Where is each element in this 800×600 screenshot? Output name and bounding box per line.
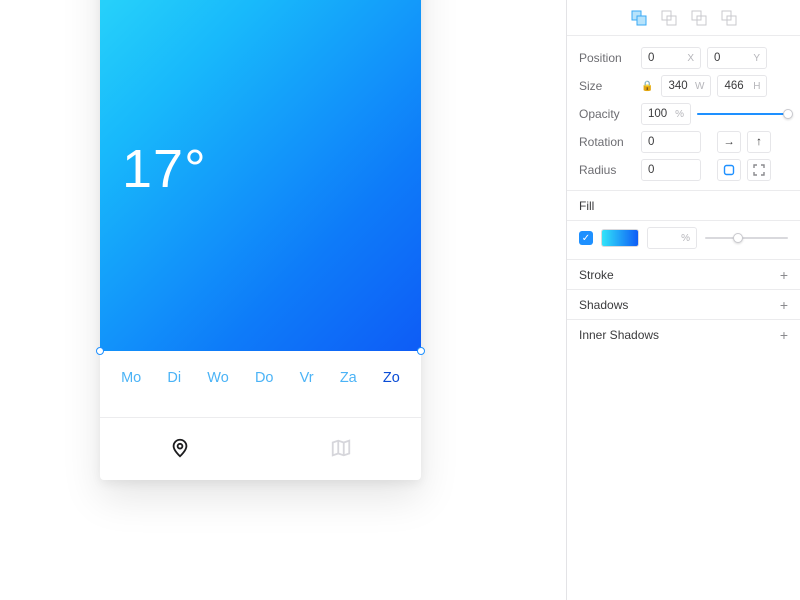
- shadows-header[interactable]: Shadows +: [567, 289, 800, 319]
- rotation-label: Rotation: [579, 135, 635, 149]
- inner-shadows-label: Inner Shadows: [579, 328, 659, 342]
- inner-shadows-header[interactable]: Inner Shadows +: [567, 319, 800, 349]
- canvas-stage[interactable]: 17° Mo Di Wo Do Vr Za Zo: [0, 0, 560, 600]
- fill-slider[interactable]: [705, 227, 788, 249]
- arrow-right-icon: →: [723, 136, 735, 148]
- fill-label: Fill: [579, 199, 594, 213]
- add-inner-shadow-button[interactable]: +: [780, 327, 788, 343]
- bool-union-icon[interactable]: [631, 10, 647, 26]
- position-label: Position: [579, 51, 635, 65]
- bool-difference-icon[interactable]: [721, 10, 737, 26]
- fill-enabled-checkbox[interactable]: ✓: [579, 231, 593, 245]
- map-icon: [330, 437, 352, 459]
- boolean-ops-row: [567, 0, 800, 36]
- bool-intersect-icon[interactable]: [691, 10, 707, 26]
- radius-individual-button[interactable]: [747, 159, 771, 181]
- day-tab-vr[interactable]: Vr: [300, 370, 314, 386]
- size-label: Size: [579, 79, 635, 93]
- bool-subtract-icon[interactable]: [661, 10, 677, 26]
- add-stroke-button[interactable]: +: [780, 267, 788, 283]
- corners-icon: [753, 164, 765, 176]
- size-w-input[interactable]: 340W: [661, 75, 711, 97]
- day-tab-do[interactable]: Do: [255, 370, 274, 386]
- opacity-input[interactable]: 100%: [641, 103, 691, 125]
- rotation-input[interactable]: 0: [641, 131, 701, 153]
- fill-header[interactable]: Fill: [567, 190, 800, 220]
- artboard-phone: 17° Mo Di Wo Do Vr Za Zo: [100, 0, 421, 480]
- pin-icon: [169, 437, 191, 459]
- map-tab[interactable]: [261, 418, 422, 477]
- geometry-section: Position 0X 0Y Size 🔒 340W 466H Opacity …: [567, 36, 800, 190]
- opacity-slider[interactable]: [697, 103, 788, 125]
- shadows-label: Shadows: [579, 298, 628, 312]
- stroke-header[interactable]: Stroke +: [567, 259, 800, 289]
- inspector-panel: Position 0X 0Y Size 🔒 340W 466H Opacity …: [566, 0, 800, 600]
- day-tab-za[interactable]: Za: [340, 370, 357, 386]
- add-shadow-button[interactable]: +: [780, 297, 788, 313]
- location-tab[interactable]: [100, 418, 261, 477]
- selected-gradient-layer[interactable]: 17°: [100, 0, 421, 351]
- bottom-toolbar: [100, 417, 421, 477]
- fill-swatch[interactable]: [601, 229, 639, 247]
- flip-vertical-button[interactable]: ↑: [747, 131, 771, 153]
- day-tab-zo[interactable]: Zo: [383, 370, 400, 386]
- stroke-label: Stroke: [579, 268, 614, 282]
- flip-horizontal-button[interactable]: →: [717, 131, 741, 153]
- radius-uniform-button[interactable]: [717, 159, 741, 181]
- fill-row: ✓ %: [567, 220, 800, 259]
- day-tab-wo[interactable]: Wo: [207, 370, 229, 386]
- day-tab-di[interactable]: Di: [167, 370, 181, 386]
- fill-percent-input[interactable]: %: [647, 227, 697, 249]
- day-tab-mo[interactable]: Mo: [121, 370, 141, 386]
- radius-input[interactable]: 0: [641, 159, 701, 181]
- square-icon: [723, 164, 735, 176]
- day-tabs: Mo Di Wo Do Vr Za Zo: [100, 370, 421, 386]
- arrow-up-icon: ↑: [756, 136, 762, 148]
- opacity-label: Opacity: [579, 107, 635, 121]
- temperature-value: 17°: [122, 138, 207, 200]
- position-y-input[interactable]: 0Y: [707, 47, 767, 69]
- lock-icon[interactable]: 🔒: [641, 81, 653, 92]
- size-h-input[interactable]: 466H: [717, 75, 767, 97]
- position-x-input[interactable]: 0X: [641, 47, 701, 69]
- radius-label: Radius: [579, 163, 635, 177]
